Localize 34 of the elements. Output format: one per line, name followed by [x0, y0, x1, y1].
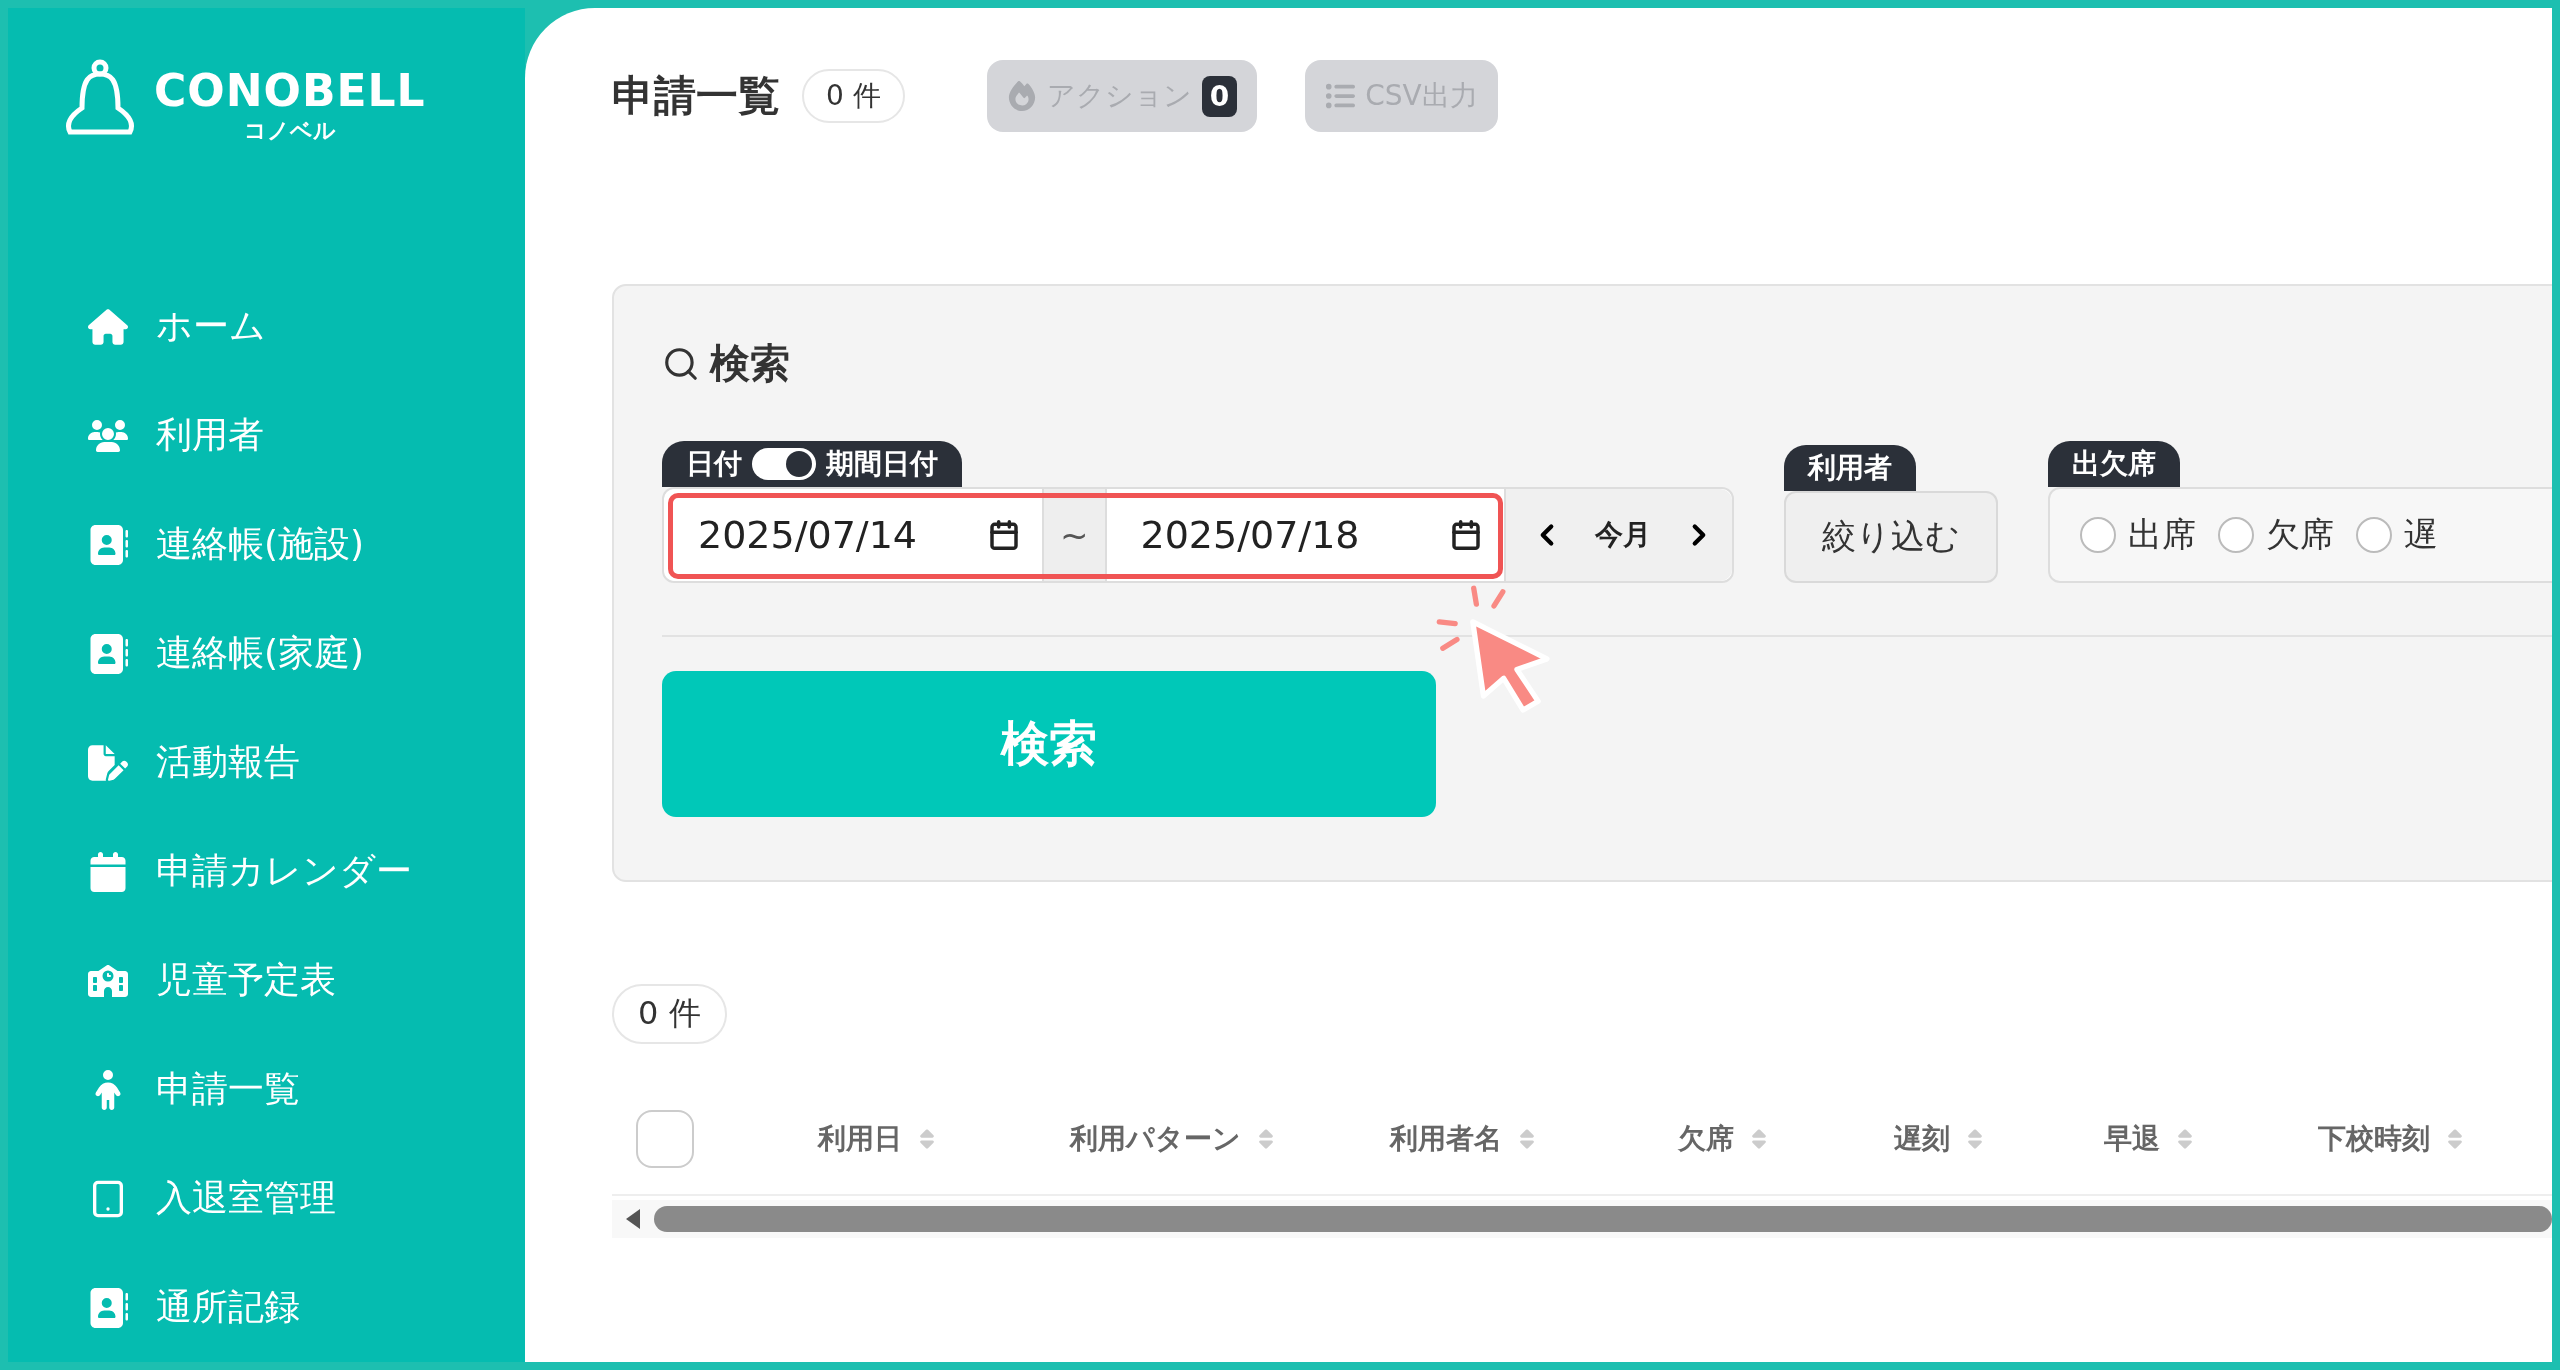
radio-option[interactable]: 欠席 [2217, 512, 2334, 558]
action-count-badge: 0 [1201, 75, 1238, 117]
radio-option[interactable]: 遅 [2355, 512, 2438, 558]
date-label: 日付 [686, 446, 742, 482]
column-header[interactable]: 利用パターン [1070, 1120, 1390, 1158]
nav-icon [88, 524, 128, 565]
filter-button[interactable]: 絞り込む [1783, 491, 1998, 583]
period-toggle[interactable] [752, 448, 816, 480]
logo-kana: コノベル [243, 116, 336, 145]
list-icon [1325, 81, 1356, 111]
period-date-label: 期間日付 [826, 446, 938, 482]
nav-icon [88, 1287, 128, 1328]
page-title: 申請一覧 [612, 70, 780, 122]
column-header[interactable]: 利用者名 [1390, 1120, 1678, 1158]
nav-icon [88, 633, 128, 674]
nav-icon [88, 742, 128, 783]
column-header[interactable]: 利用日 [818, 1120, 1070, 1158]
nav-icon [88, 306, 128, 347]
column-header[interactable]: 下校時刻 [2318, 1120, 2538, 1158]
nav-icon [88, 851, 128, 892]
flame-icon [1006, 81, 1037, 111]
result-count-badge: 0 件 [612, 984, 727, 1044]
scroll-left-icon[interactable] [624, 1208, 642, 1230]
user-label: 利用者 [1783, 445, 1916, 491]
attendance-label: 出欠席 [2047, 441, 2180, 487]
horizontal-scrollbar[interactable] [612, 1200, 2552, 1238]
logo-wordmark: CONOBELL [154, 64, 426, 116]
column-header[interactable]: 早退 [2104, 1120, 2318, 1158]
radio-option[interactable]: 出席 [2079, 512, 2196, 558]
select-all-checkbox[interactable] [636, 1110, 694, 1168]
column-header[interactable]: 欠席 [1678, 1120, 1894, 1158]
search-title: 検索 [710, 339, 790, 388]
column-header[interactable]: 遅刻 [1894, 1120, 2104, 1158]
count-badge: 0 件 [802, 69, 905, 123]
